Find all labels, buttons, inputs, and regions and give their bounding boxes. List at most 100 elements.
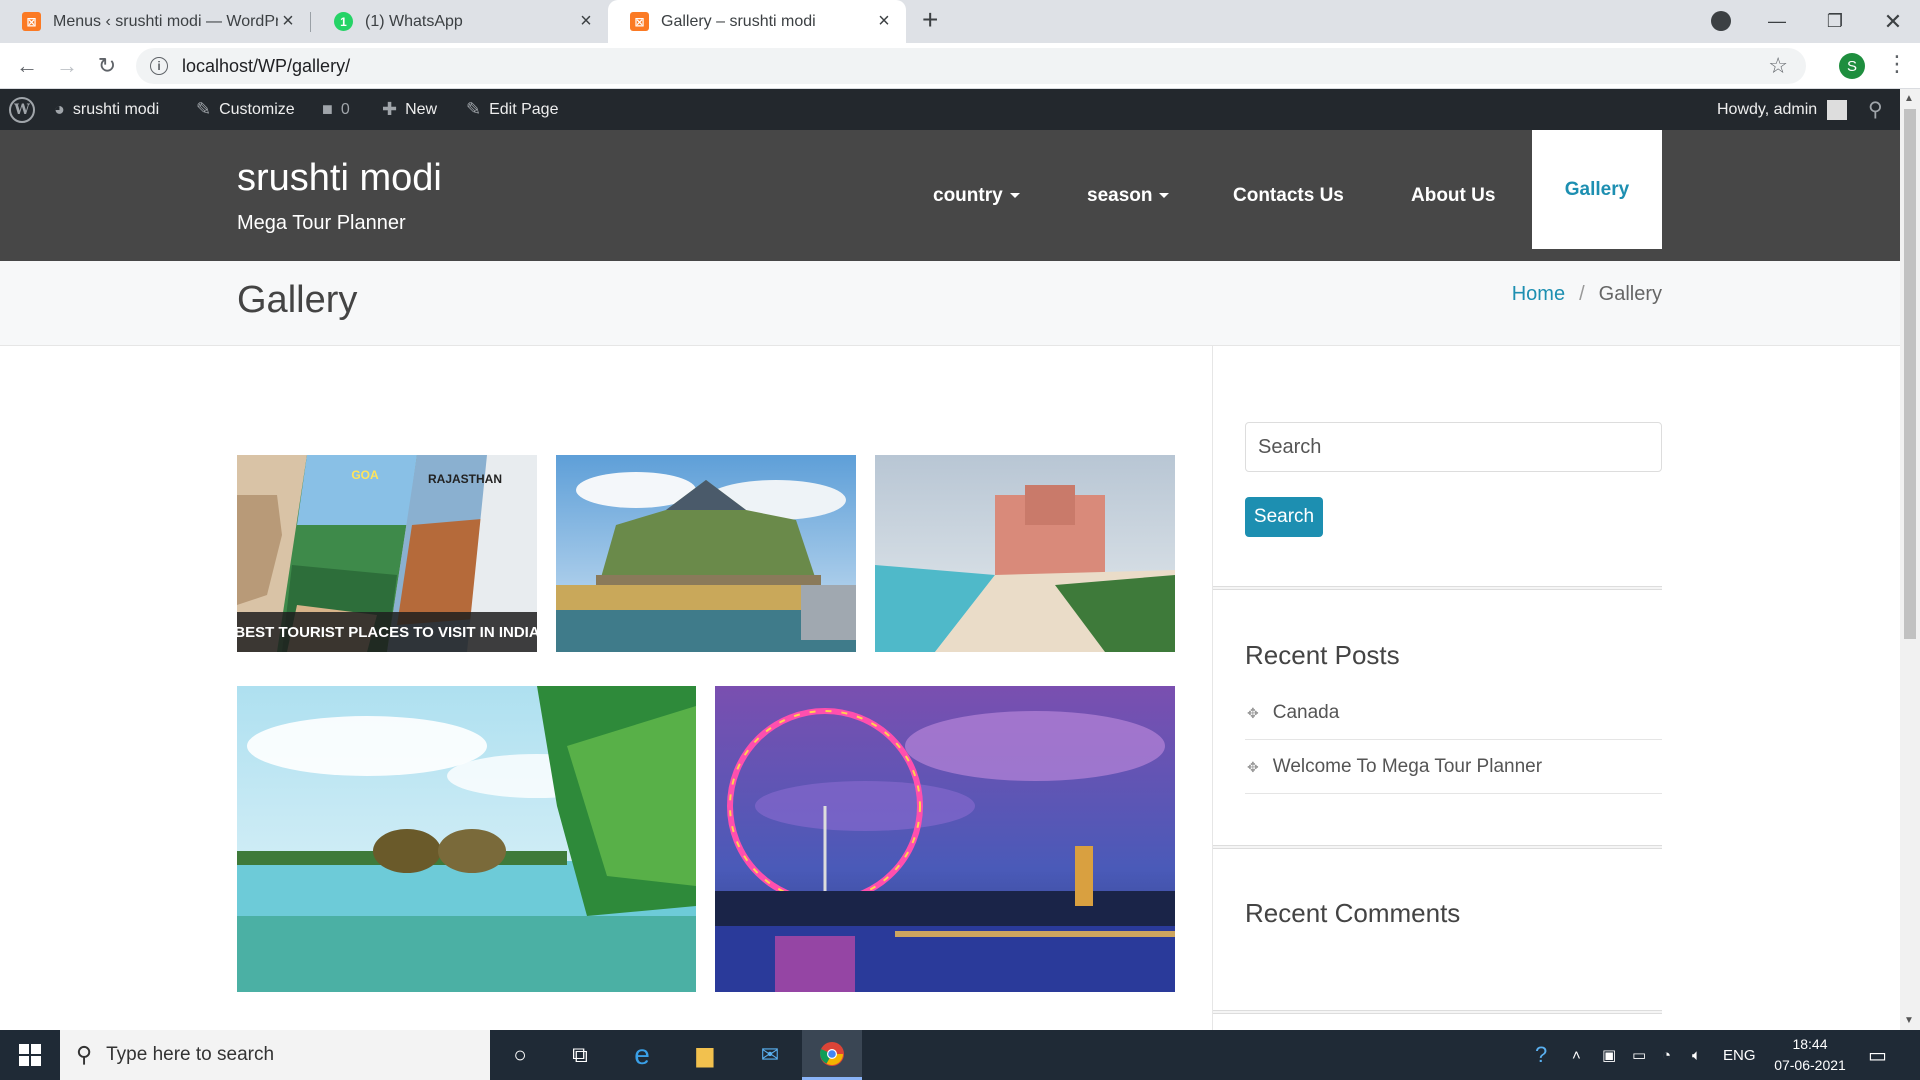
site-title[interactable]: srushti modi: [237, 157, 442, 200]
admin-bar-new[interactable]: ✚ New: [382, 89, 437, 130]
taskbar-search-box[interactable]: ⚲ Type here to search: [60, 1030, 490, 1080]
nav-item-about[interactable]: About Us: [1411, 130, 1495, 261]
mail-icon[interactable]: ✉: [740, 1030, 800, 1080]
brush-icon: ✎: [196, 99, 212, 119]
search-button[interactable]: Search: [1245, 497, 1323, 537]
nav-item-gallery[interactable]: Gallery: [1532, 130, 1662, 249]
avatar: [1827, 99, 1848, 120]
chrome-icon[interactable]: [802, 1030, 862, 1080]
breadcrumb: Home / Gallery: [1512, 283, 1662, 306]
recent-post-link[interactable]: Canada: [1273, 702, 1340, 724]
site-header: srushti modi Mega Tour Planner country s…: [0, 130, 1900, 261]
close-icon[interactable]: ×: [278, 10, 298, 33]
scrollbar-thumb[interactable]: [1904, 109, 1916, 639]
page-scrollbar[interactable]: ▲ ▼: [1900, 89, 1920, 1030]
language-indicator[interactable]: ENG: [1723, 1030, 1756, 1080]
tab-whatsapp[interactable]: 1 (1) WhatsApp ×: [312, 0, 608, 43]
customize-label: Customize: [219, 100, 295, 118]
device-icon[interactable]: ▣: [1602, 1030, 1616, 1080]
volume-icon[interactable]: 🔈︎: [1692, 1030, 1701, 1080]
caret-down-icon: [1009, 193, 1020, 198]
reload-icon[interactable]: ↻: [92, 51, 122, 81]
nav-label: country: [933, 184, 1003, 206]
nav-label: Contacts Us: [1233, 184, 1344, 206]
gallery-image-london[interactable]: [715, 686, 1175, 992]
gallery-image-kerala[interactable]: [237, 686, 696, 992]
xampp-favicon-icon: ⊠: [22, 12, 41, 31]
tab-divider: [310, 12, 311, 32]
back-icon[interactable]: ←: [12, 51, 42, 81]
windows-start-icon[interactable]: [0, 1030, 60, 1080]
forward-icon[interactable]: →: [52, 51, 82, 81]
move-bullet-icon: ✥: [1247, 758, 1259, 775]
nav-item-country[interactable]: country: [933, 130, 1020, 261]
widget-divider: [1213, 845, 1662, 849]
kerala-backwaters-image: [237, 686, 696, 992]
url-text: localhost/WP/gallery/: [182, 55, 351, 76]
edge-icon[interactable]: e: [612, 1030, 672, 1080]
new-tab-icon[interactable]: +: [922, 4, 938, 36]
site-info-icon[interactable]: i: [150, 57, 168, 75]
edit-page-label: Edit Page: [489, 100, 559, 118]
close-icon[interactable]: ×: [874, 10, 894, 33]
nav-item-season[interactable]: season: [1087, 130, 1170, 261]
browser-tab-strip: ⊠ Menus ‹ srushti modi — WordPress × 1 (…: [0, 0, 1920, 43]
admin-bar-site-name[interactable]: ◕ srushti modi: [54, 89, 159, 130]
scroll-down-icon[interactable]: ▼: [1904, 1015, 1914, 1026]
breadcrumb-home-link[interactable]: Home: [1512, 283, 1565, 305]
admin-bar-edit-page[interactable]: ✎ Edit Page: [466, 89, 558, 130]
gallery-image-india[interactable]: BEST TOURIST PLACES TO VISIT IN INDIA GO…: [237, 455, 537, 652]
rajasthan-label: RAJASTHAN: [428, 472, 502, 486]
minimize-icon[interactable]: —: [1748, 0, 1806, 43]
cortana-icon[interactable]: ○: [490, 1030, 550, 1080]
site-tagline: Mega Tour Planner: [237, 212, 406, 234]
page-title: Gallery: [237, 279, 358, 321]
wp-logo-menu[interactable]: W: [9, 89, 35, 130]
comment-icon: ■: [322, 99, 333, 119]
widget-divider: [1213, 586, 1662, 590]
tab-title: Gallery – srushti modi: [661, 12, 816, 30]
tab-menus[interactable]: ⊠ Menus ‹ srushti modi — WordPress ×: [0, 0, 310, 43]
dashboard-icon: ◕: [54, 99, 65, 119]
notification-icon[interactable]: ▭: [1868, 1030, 1887, 1080]
breadcrumb-separator: /: [1579, 283, 1585, 305]
profile-avatar[interactable]: S: [1839, 53, 1865, 79]
new-label: New: [405, 100, 438, 118]
recent-post-link[interactable]: Welcome To Mega Tour Planner: [1273, 756, 1542, 778]
close-icon[interactable]: ×: [576, 10, 596, 33]
gallery-image-dubai[interactable]: [875, 455, 1175, 652]
admin-bar-search-icon[interactable]: ⚲: [1868, 89, 1883, 130]
tab-search-icon[interactable]: [1711, 11, 1731, 31]
tray-chevron-icon[interactable]: ˄: [1572, 1030, 1581, 1080]
search-input[interactable]: [1245, 422, 1662, 472]
nav-label: About Us: [1411, 184, 1496, 206]
restore-icon[interactable]: ❐: [1806, 0, 1864, 43]
admin-bar-comments[interactable]: ■ 0: [322, 89, 350, 130]
india-collage-image: BEST TOURIST PLACES TO VISIT IN INDIA GO…: [237, 455, 537, 652]
taskbar-clock[interactable]: 18:44 07-06-2021: [1755, 1034, 1865, 1076]
nav-item-contacts[interactable]: Contacts Us: [1233, 130, 1344, 261]
admin-bar-account[interactable]: Howdy, admin: [1717, 89, 1848, 130]
wifi-icon[interactable]: ◔: [1662, 1030, 1671, 1080]
breadcrumb-current: Gallery: [1598, 283, 1662, 305]
site-name-label: srushti modi: [72, 100, 160, 118]
file-explorer-icon[interactable]: ▆: [675, 1030, 735, 1080]
scroll-up-icon[interactable]: ▲: [1904, 93, 1914, 104]
battery-icon[interactable]: ▭: [1632, 1030, 1646, 1080]
wp-admin-bar: W ◕ srushti modi ✎ Customize ■ 0 ✚ New ✎…: [0, 89, 1900, 130]
gallery-image-canada[interactable]: [556, 455, 856, 652]
caret-down-icon: [1159, 193, 1170, 198]
address-bar[interactable]: i localhost/WP/gallery/ ☆: [136, 48, 1806, 84]
recent-post-item[interactable]: ✥ Welcome To Mega Tour Planner: [1245, 741, 1662, 794]
browser-menu-icon[interactable]: ⋮: [1886, 51, 1908, 77]
widget-divider: [1213, 1010, 1662, 1014]
bookmark-star-icon[interactable]: ☆: [1768, 53, 1788, 79]
admin-bar-customize[interactable]: ✎ Customize: [196, 89, 295, 130]
task-view-icon[interactable]: ⧉: [550, 1030, 610, 1080]
tab-gallery[interactable]: ⊠ Gallery – srushti modi ×: [608, 0, 906, 43]
help-icon[interactable]: ?: [1535, 1030, 1547, 1080]
window-close-icon[interactable]: ✕: [1864, 0, 1920, 43]
howdy-label: Howdy, admin: [1717, 100, 1818, 118]
tab-title: (1) WhatsApp: [365, 12, 463, 30]
recent-post-item[interactable]: ✥ Canada: [1245, 687, 1662, 740]
